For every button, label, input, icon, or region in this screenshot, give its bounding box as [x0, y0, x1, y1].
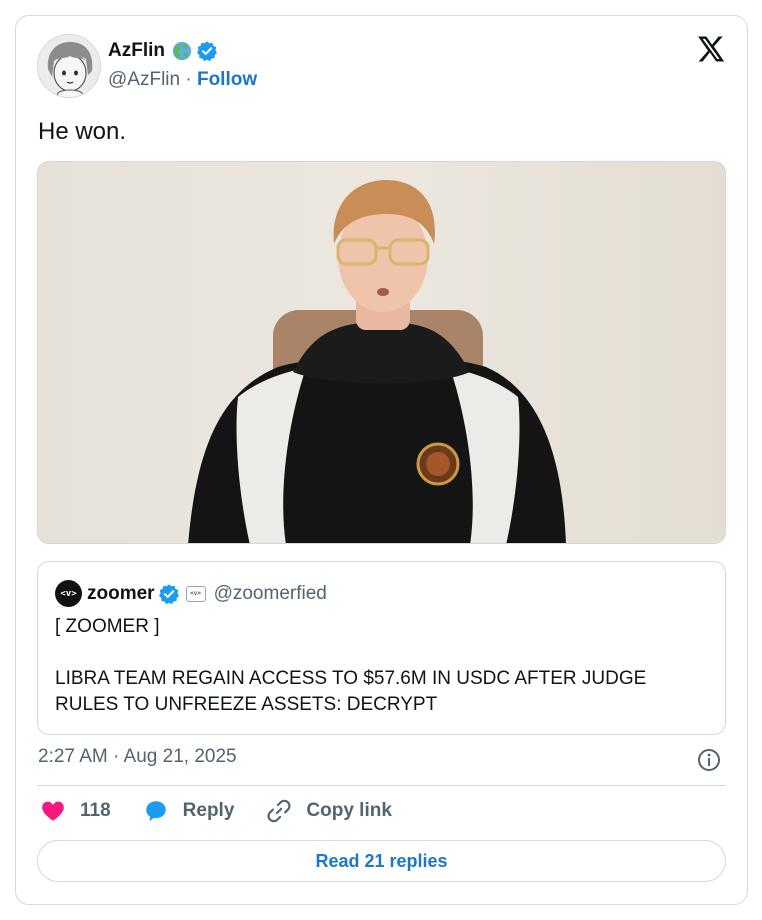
author-handle-row: @AzFlin · Follow: [108, 69, 257, 91]
media-photo: [38, 162, 725, 543]
verified-badge-icon: [158, 583, 179, 604]
copy-link-label: Copy link: [306, 800, 392, 821]
link-icon: [267, 799, 291, 823]
action-bar: 118 Reply Copy link: [40, 798, 424, 824]
author-name-row: AzFlin: [108, 40, 218, 62]
globe-emoji-icon: [172, 41, 192, 61]
quoted-author-name[interactable]: zoomer: [87, 583, 155, 605]
like-button[interactable]: 118: [40, 798, 111, 824]
quoted-tweet[interactable]: <v> zoomer <v> @zoomerfied [ ZOOMER ] LI…: [37, 561, 726, 735]
follow-button[interactable]: Follow: [197, 69, 257, 90]
tweet-media-image[interactable]: [37, 161, 726, 544]
quoted-text-body: LIBRA TEAM REGAIN ACCESS TO $57.6M IN US…: [55, 668, 647, 715]
avatar-illustration: [38, 35, 100, 97]
reply-label: Reply: [182, 800, 235, 821]
tweet-text: He won.: [38, 118, 127, 145]
verified-badge-icon: [197, 41, 217, 62]
author-name[interactable]: AzFlin: [108, 40, 165, 62]
read-replies-button[interactable]: Read 21 replies: [37, 840, 726, 882]
reply-bubble-icon: [145, 801, 166, 822]
copy-link-button[interactable]: Copy link: [266, 798, 392, 824]
reply-button[interactable]: Reply: [143, 798, 235, 824]
handle-separator: ·: [180, 69, 197, 90]
quoted-header: <v> zoomer <v> @zoomerfied: [55, 580, 327, 607]
x-logo-icon[interactable]: [695, 34, 725, 64]
quoted-text-line1: [ ZOOMER ]: [55, 616, 160, 637]
author-handle[interactable]: @AzFlin: [108, 69, 180, 90]
tweet-card: AzFlin @AzFlin · Follow He won. <v> zoom…: [15, 15, 748, 905]
divider: [37, 785, 726, 786]
tweet-timestamp[interactable]: 2:27 AM · Aug 21, 2025: [38, 746, 237, 768]
affiliate-badge-icon: <v>: [185, 585, 206, 602]
like-count: 118: [80, 800, 111, 821]
quoted-author-handle: @zoomerfied: [213, 582, 327, 604]
heart-icon: [42, 801, 64, 821]
quoted-avatar[interactable]: <v>: [55, 580, 82, 607]
author-avatar[interactable]: [37, 34, 101, 98]
info-icon[interactable]: [697, 748, 721, 772]
